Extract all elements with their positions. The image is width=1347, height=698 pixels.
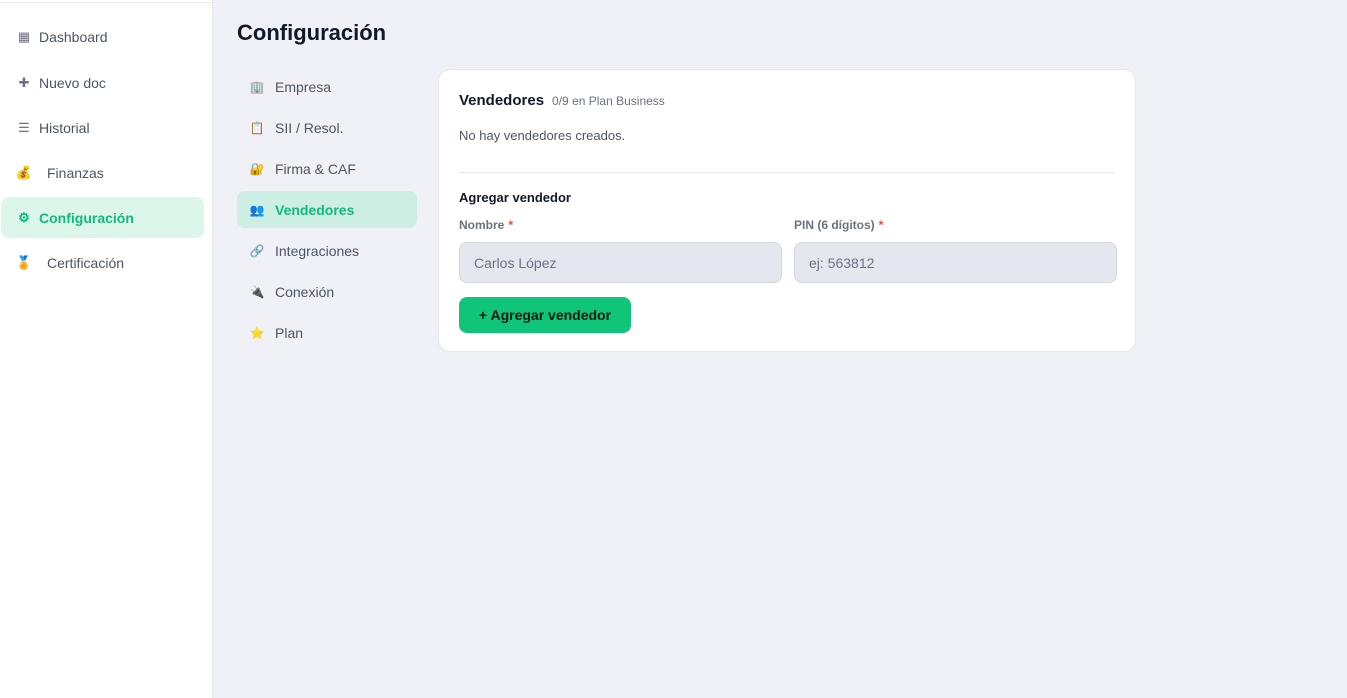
sidebar-item-label: Finanzas (47, 164, 104, 181)
sidebar-item-label: Dashboard (39, 28, 108, 45)
sidebar-item-certificacion[interactable]: 🏅 Certificación (1, 242, 204, 283)
sidebar-item-nuevo-doc[interactable]: ✚ Nuevo doc (1, 62, 204, 103)
vendedores-card: Vendedores 0/9 en Plan Business No hay v… (438, 69, 1136, 352)
plus-icon: ✚ (18, 74, 30, 90)
sidebar-item-label: Configuración (39, 209, 134, 226)
settings-tab-conexion[interactable]: 🔌 Conexión (237, 273, 417, 310)
required-marker: * (878, 218, 884, 232)
link-icon: 🔗 (249, 243, 265, 258)
people-icon: 👥 (249, 202, 265, 217)
sidebar: ▦ Dashboard ✚ Nuevo doc ☰ Historial 💰 Fi… (0, 0, 213, 698)
empty-state-message: No hay vendedores creados. (459, 128, 626, 143)
settings-tab-label: Plan (275, 324, 304, 341)
settings-tab-label: Empresa (275, 78, 332, 95)
name-input[interactable] (459, 242, 782, 283)
clipboard-icon: 📋 (249, 120, 265, 135)
settings-tab-firma-caf[interactable]: 🔐 Firma & CAF (237, 150, 417, 187)
plug-icon: 🔌 (249, 284, 265, 299)
divider (459, 172, 1115, 173)
required-marker: * (508, 218, 514, 232)
pin-input[interactable] (794, 242, 1117, 283)
settings-tab-label: Vendedores (275, 201, 355, 218)
name-label: Nombre * (459, 218, 513, 232)
sidebar-item-configuracion[interactable]: ⚙ Configuración (1, 197, 204, 238)
sidebar-item-dashboard[interactable]: ▦ Dashboard (1, 16, 204, 57)
main-content: Configuración 🏢 Empresa 📋 SII / Resol. 🔐… (213, 0, 1347, 698)
sidebar-item-historial[interactable]: ☰ Historial (1, 107, 204, 148)
settings-tab-integraciones[interactable]: 🔗 Integraciones (237, 232, 417, 269)
list-icon: ☰ (18, 119, 30, 135)
grid-icon: ▦ (17, 28, 31, 44)
settings-tab-label: Firma & CAF (275, 160, 356, 177)
sidebar-item-finanzas[interactable]: 💰 Finanzas (1, 152, 204, 193)
settings-tab-empresa[interactable]: 🏢 Empresa (237, 68, 417, 105)
building-icon: 🏢 (249, 79, 265, 94)
settings-tab-vendedores[interactable]: 👥 Vendedores (237, 191, 417, 228)
card-title: Vendedores (459, 92, 545, 109)
sidebar-item-label: Certificación (47, 254, 125, 271)
settings-tab-plan[interactable]: ⭐ Plan (237, 314, 417, 351)
page-title: Configuración (237, 20, 387, 45)
card-header: Vendedores 0/9 en Plan Business (459, 92, 665, 109)
sidebar-top-divider (0, 0, 212, 3)
gear-icon: ⚙ (18, 209, 30, 225)
form-section-title: Agregar vendedor (459, 190, 571, 205)
lock-key-icon: 🔐 (249, 161, 265, 176)
settings-tab-label: Conexión (275, 283, 335, 300)
settings-tab-sii[interactable]: 📋 SII / Resol. (237, 109, 417, 146)
star-icon: ⭐ (249, 325, 265, 340)
medal-icon: 🏅 (15, 254, 33, 270)
add-vendedor-button[interactable]: + Agregar vendedor (459, 297, 631, 333)
settings-tab-label: Integraciones (275, 242, 360, 259)
plan-usage: 0/9 en Plan Business (552, 94, 665, 108)
name-label-text: Nombre (459, 218, 505, 232)
money-bag-icon: 💰 (15, 164, 33, 180)
sidebar-item-label: Nuevo doc (39, 74, 106, 91)
pin-label-text: PIN (6 dígitos) (794, 218, 875, 232)
pin-label: PIN (6 dígitos) * (794, 218, 883, 232)
settings-tab-label: SII / Resol. (275, 119, 344, 136)
sidebar-item-label: Historial (39, 119, 90, 136)
